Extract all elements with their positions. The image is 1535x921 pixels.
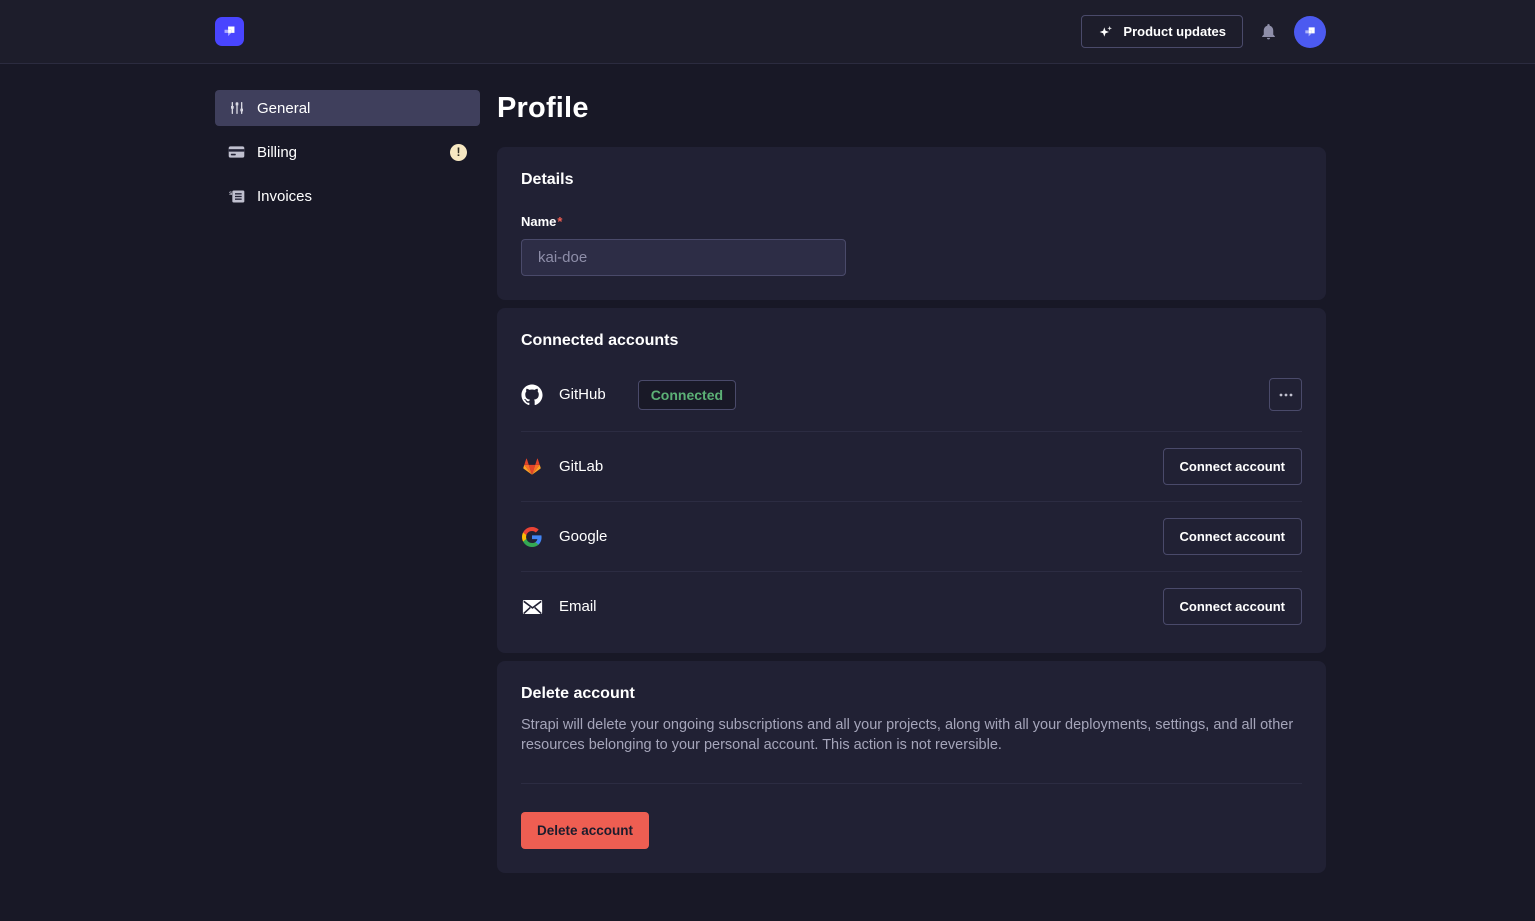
page-title: Profile [497, 92, 1326, 125]
name-field-group: Name* [521, 213, 1302, 276]
topbar: Product updates [0, 0, 1535, 64]
connect-google-button[interactable]: Connect account [1163, 518, 1302, 555]
product-updates-button[interactable]: Product updates [1081, 15, 1243, 48]
notifications-button[interactable] [1258, 22, 1279, 41]
github-icon [521, 384, 543, 406]
ellipsis-icon [1279, 393, 1293, 397]
connect-email-button[interactable]: Connect account [1163, 588, 1302, 625]
provider-name: GitHub [559, 386, 606, 403]
delete-account-heading: Delete account [521, 685, 1302, 703]
billing-warning-badge: ! [450, 144, 467, 161]
sidebar-item-label: Invoices [257, 188, 312, 205]
strapi-logo[interactable] [215, 17, 244, 46]
delete-account-card: Delete account Strapi will delete your o… [497, 661, 1326, 873]
settings-sidebar: General Billing ! s [215, 90, 480, 921]
strapi-logo-icon [221, 23, 238, 40]
product-updates-label: Product updates [1123, 24, 1226, 39]
main-content: Profile Details Name* Connected accounts… [497, 90, 1326, 921]
sidebar-item-general[interactable]: General [215, 90, 480, 126]
provider-name: GitLab [559, 458, 603, 475]
page-layout: General Billing ! s [0, 64, 1535, 921]
avatar-strapi-icon [1302, 24, 1318, 40]
bell-icon [1259, 22, 1278, 41]
account-row-github: GitHub Connected [521, 350, 1302, 431]
account-row-gitlab: GitLab Connect account [521, 431, 1302, 501]
sidebar-item-label: General [257, 100, 310, 117]
account-row-google: Google Connect account [521, 501, 1302, 571]
connected-status-badge: Connected [638, 380, 736, 410]
connect-gitlab-button[interactable]: Connect account [1163, 448, 1302, 485]
topbar-actions: Product updates [1081, 15, 1326, 48]
email-icon [521, 596, 543, 618]
sparkle-icon [1098, 24, 1114, 40]
user-avatar[interactable] [1294, 16, 1326, 48]
details-heading: Details [521, 171, 1302, 189]
google-icon [521, 526, 543, 548]
account-row-email: Email Connect account [521, 571, 1302, 629]
divider [521, 783, 1302, 784]
required-asterisk: * [557, 214, 562, 229]
delete-account-button[interactable]: Delete account [521, 812, 649, 849]
details-card: Details Name* [497, 147, 1326, 300]
invoice-icon: s [228, 189, 245, 204]
credit-card-icon [228, 145, 245, 159]
delete-account-description: Strapi will delete your ongoing subscrip… [521, 715, 1302, 755]
provider-name: Google [559, 528, 607, 545]
name-input[interactable] [521, 239, 846, 276]
connected-accounts-heading: Connected accounts [521, 332, 1302, 350]
gitlab-icon [521, 456, 543, 478]
sidebar-item-label: Billing [257, 144, 297, 161]
name-label: Name* [521, 214, 562, 229]
provider-name: Email [559, 598, 597, 615]
sidebar-item-invoices[interactable]: s Invoices [215, 178, 480, 214]
connected-accounts-card: Connected accounts GitHub Connected [497, 308, 1326, 653]
sidebar-item-billing[interactable]: Billing ! [215, 134, 480, 170]
github-options-button[interactable] [1269, 378, 1302, 411]
sliders-icon [228, 100, 245, 116]
